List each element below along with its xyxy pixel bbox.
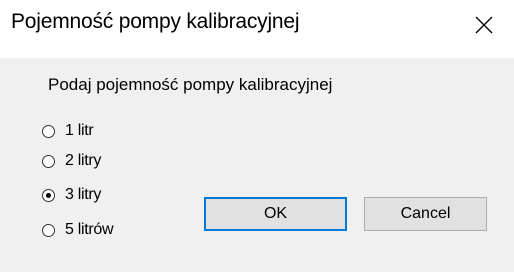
radio-label[interactable]: 2 litry [65, 152, 101, 170]
prompt-label: Podaj pojemność pompy kalibracyjnej [48, 75, 333, 94]
radio-label[interactable]: 1 litr [65, 122, 94, 140]
window-title: Pojemność pompy kalibracyjnej [11, 10, 300, 33]
dialog-window: Pojemność pompy kalibracyjnej Podaj poje… [0, 0, 514, 272]
radio-label[interactable]: 5 litrów [65, 221, 114, 239]
close-icon [475, 16, 493, 34]
radio-option-3-litry[interactable]: 3 litry [42, 184, 101, 206]
radio-button-selected[interactable] [42, 188, 55, 202]
radio-label[interactable]: 3 litry [65, 186, 101, 204]
radio-option-2-litry[interactable]: 2 litry [42, 150, 101, 172]
title-bar: Pojemność pompy kalibracyjnej [0, 0, 514, 58]
radio-button[interactable] [42, 223, 55, 237]
close-button[interactable] [454, 0, 514, 50]
radio-option-1-litr[interactable]: 1 litr [42, 120, 94, 142]
cancel-button[interactable]: Cancel [364, 197, 487, 231]
radio-option-5-litrow[interactable]: 5 litrów [42, 219, 114, 241]
radio-button[interactable] [42, 154, 55, 168]
ok-button[interactable]: OK [204, 197, 347, 231]
radio-button[interactable] [42, 124, 55, 138]
